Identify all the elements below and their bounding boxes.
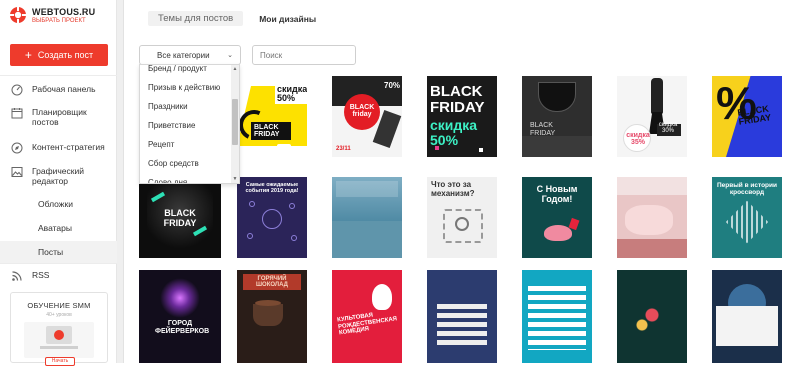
search-input[interactable] bbox=[252, 45, 356, 65]
sidebar-item-dashboard[interactable]: Рабочая панель bbox=[0, 84, 117, 96]
template-card[interactable] bbox=[617, 177, 687, 258]
template-card[interactable]: ГОРОД ФЕЙЕРВЕРКОВ bbox=[139, 270, 221, 363]
card-label: Первый в истории кроссворд bbox=[716, 182, 778, 197]
tab-post-themes[interactable]: Темы для постов bbox=[148, 11, 244, 26]
sidebar-item-posts[interactable]: Посты bbox=[0, 241, 117, 263]
rss-icon bbox=[12, 271, 22, 281]
image-editor-icon bbox=[11, 167, 23, 177]
create-post-button[interactable]: + Создать пост bbox=[10, 44, 108, 66]
card-label: Самые ожидаемые события 2019 года! bbox=[245, 182, 299, 195]
sidebar-item-avatars[interactable]: Аватары bbox=[0, 217, 117, 239]
sidebar-item-label: Контент-стратегия bbox=[32, 142, 105, 152]
sidebar-item-graphic-editor[interactable]: Графический редактор bbox=[0, 166, 117, 186]
sidebar-item-label: Графический редактор bbox=[32, 166, 84, 186]
template-card[interactable]: КУЛЬТОВАЯ РОЖДЕСТВЕНСКАЯ КОМЕДИЯ bbox=[332, 270, 402, 363]
sidebar-item-content-strategy[interactable]: Контент-стратегия bbox=[0, 142, 117, 154]
scroll-up-icon[interactable]: ▲ bbox=[232, 66, 238, 72]
sidebar-item-label: RSS bbox=[32, 270, 50, 280]
calendar-icon bbox=[11, 108, 23, 119]
promo-start-button[interactable]: Начать bbox=[45, 357, 75, 366]
dropdown-option[interactable]: Праздники bbox=[140, 97, 232, 116]
template-card[interactable]: % BLACK FRIDAY bbox=[712, 76, 782, 157]
card-label: BLACK FRIDAY bbox=[163, 208, 197, 228]
template-card[interactable]: BLACK FRIDAY скидка 50% bbox=[427, 76, 497, 157]
sidebar-item-label: Рабочая панель bbox=[32, 84, 96, 94]
template-card[interactable]: Первый в истории кроссворд bbox=[712, 177, 782, 258]
divider bbox=[0, 263, 117, 264]
template-card[interactable]: BLACK friday 70% 23/11 bbox=[332, 76, 402, 157]
card-label: скидка 50% bbox=[275, 84, 307, 104]
card-label: скидка 50% bbox=[430, 117, 478, 148]
sidebar-item-label: Планировщик постов bbox=[32, 107, 87, 127]
sidebar-scrollbar[interactable] bbox=[117, 0, 124, 363]
template-card[interactable]: BLACK FRIDAY bbox=[522, 76, 592, 157]
card-label: ГОРЯЧИЙ ШОКОЛАД bbox=[243, 274, 301, 290]
template-card[interactable] bbox=[522, 270, 592, 363]
brand-name: WEBTOUS.RU bbox=[32, 6, 96, 17]
dropdown-option[interactable]: Сбор средств bbox=[140, 154, 232, 173]
template-card[interactable]: Самые ожидаемые события 2019 года! bbox=[237, 177, 307, 258]
template-card[interactable]: С Новым Годом! bbox=[522, 177, 592, 258]
dropdown-option[interactable]: Рецепт bbox=[140, 135, 232, 154]
template-card[interactable] bbox=[712, 270, 782, 363]
sidebar: WEBTOUS.RU ВЫБРАТЬ ПРОЕКТ + Создать пост… bbox=[0, 0, 117, 366]
card-label: С Новым Годом! bbox=[536, 184, 578, 204]
create-post-label: Создать пост bbox=[37, 50, 94, 60]
template-card[interactable]: скидка 50% BLACK FRIDAY bbox=[237, 76, 307, 157]
chevron-down-icon: ⌄ bbox=[227, 52, 233, 59]
promo-illustration bbox=[24, 322, 94, 358]
dropdown-option[interactable]: Приветствие bbox=[140, 116, 232, 135]
card-label: BLACK FRIDAY bbox=[530, 122, 556, 137]
category-dropdown: Бренд / продукт Призыв к действию Праздн… bbox=[139, 64, 240, 184]
card-label: Что это за механизм? bbox=[431, 180, 475, 198]
smm-course-promo[interactable]: ОБУЧЕНИЕ SMM 40+ уроков Начать bbox=[10, 292, 108, 366]
dropdown-scrollbar[interactable]: ▲ ▼ bbox=[231, 65, 239, 183]
dropdown-option[interactable]: Слово дня bbox=[140, 173, 232, 183]
template-card[interactable]: ГОРЯЧИЙ ШОКОЛАД bbox=[237, 270, 307, 363]
category-select[interactable]: Все категории ⌄ bbox=[139, 45, 241, 65]
brand-logo[interactable]: WEBTOUS.RU ВЫБРАТЬ ПРОЕКТ bbox=[9, 6, 95, 24]
card-label: 23/11 bbox=[336, 146, 351, 152]
compass-icon bbox=[11, 142, 23, 154]
card-label: BLACK friday bbox=[349, 104, 375, 118]
card-label: BLACK FRIDAY bbox=[736, 103, 772, 128]
promo-subtitle: 40+ уроков bbox=[46, 312, 72, 318]
card-label: 70% bbox=[384, 81, 401, 90]
promo-title: ОБУЧЕНИЕ SMM bbox=[27, 301, 91, 310]
sidebar-item-rss[interactable]: RSS bbox=[0, 270, 117, 282]
card-label: скидка 35% bbox=[626, 132, 650, 146]
card-label: скидка 30% bbox=[658, 122, 678, 134]
card-label: КУЛЬТОВАЯ РОЖДЕСТВЕНСКАЯ КОМЕДИЯ bbox=[336, 312, 398, 337]
scroll-down-icon[interactable]: ▼ bbox=[232, 176, 238, 182]
sidebar-item-scheduler[interactable]: Планировщик постов bbox=[0, 107, 110, 127]
plus-icon: + bbox=[24, 48, 32, 62]
dropdown-option[interactable]: Бренд / продукт bbox=[140, 65, 232, 78]
template-card[interactable] bbox=[427, 270, 497, 363]
dashboard-icon bbox=[11, 84, 23, 96]
project-selector[interactable]: ВЫБРАТЬ ПРОЕКТ bbox=[32, 18, 95, 24]
template-card[interactable]: Что это за механизм? bbox=[427, 177, 497, 258]
dropdown-scroll-thumb[interactable] bbox=[232, 99, 238, 145]
template-card[interactable]: скидка 35% скидка 30% bbox=[617, 76, 687, 157]
card-label: ГОРОД ФЕЙЕРВЕРКОВ bbox=[155, 320, 210, 335]
dropdown-option[interactable]: Призыв к действию bbox=[140, 78, 232, 97]
tab-my-designs[interactable]: Мои дизайны bbox=[249, 12, 326, 26]
sidebar-item-covers[interactable]: Обложки bbox=[0, 193, 117, 215]
template-card[interactable]: BLACK FRIDAY bbox=[139, 177, 221, 258]
card-label: BLACK FRIDAY bbox=[430, 83, 485, 116]
divider bbox=[0, 75, 117, 76]
card-label: BLACK FRIDAY bbox=[251, 122, 291, 140]
template-card[interactable] bbox=[332, 177, 402, 258]
logo-icon bbox=[9, 6, 27, 24]
template-card[interactable] bbox=[617, 270, 687, 363]
category-select-value: Все категории bbox=[157, 50, 210, 60]
tabs: Темы для постов Мои дизайны bbox=[148, 11, 326, 26]
